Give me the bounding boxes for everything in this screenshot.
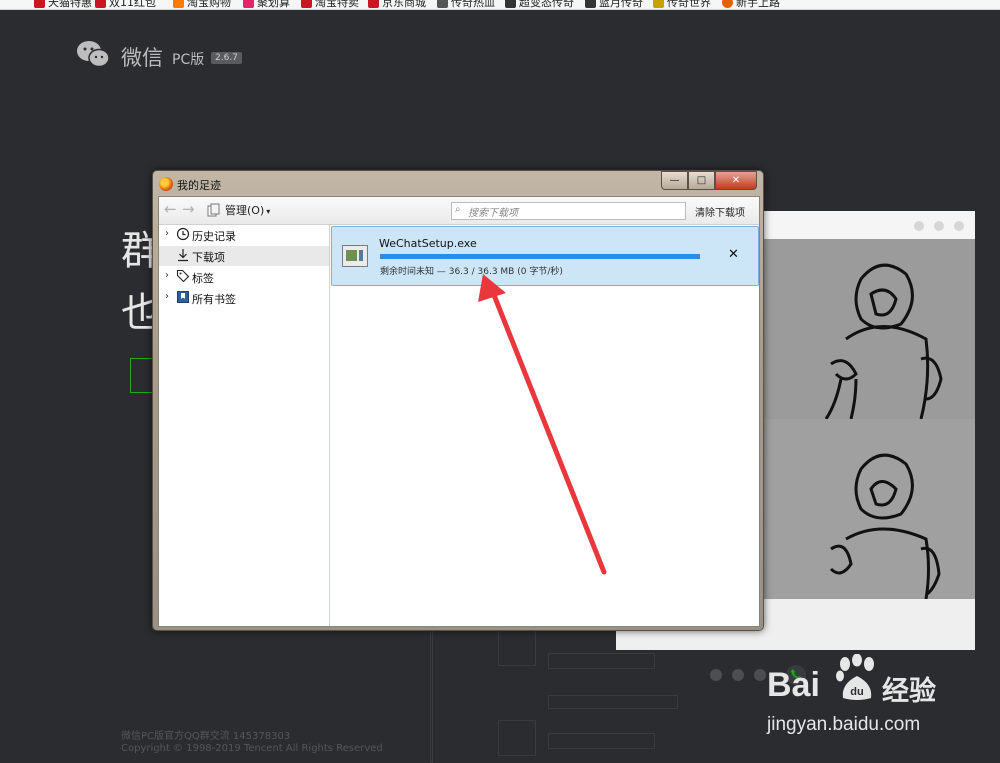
bookmark-icon: [437, 0, 448, 8]
sidebar-item-label: 下载项: [192, 251, 225, 264]
window-dot-icon: [914, 221, 924, 231]
dialog-titlebar[interactable]: 我的足迹 — □ ✕: [153, 171, 763, 195]
close-button[interactable]: ✕: [715, 171, 757, 190]
watermark-brand: Bai: [767, 666, 820, 704]
bookmark-icon: [243, 0, 254, 8]
bookmarks-bar: 天猫特惠 双11红包 淘宝购物 聚划算 淘宝特卖 京东商城 传奇热血 超变态传奇…: [0, 0, 1000, 10]
bookmark-icon: [173, 0, 184, 8]
dialog-title: 我的足迹: [177, 179, 221, 192]
bookmark-item[interactable]: 传奇热血: [437, 0, 495, 9]
back-arrow-icon[interactable]: ←: [164, 200, 177, 218]
maximize-button[interactable]: □: [688, 171, 715, 190]
library-sidebar: › 历史记录 下载项 › 标签 › 所有书签: [159, 225, 330, 626]
organize-icon: [207, 203, 220, 217]
sidebar-item-label: 所有书签: [192, 293, 236, 306]
download-icon: [178, 249, 188, 262]
bookmark-item[interactable]: 传奇世界: [653, 0, 711, 9]
bookmark-item[interactable]: 超变态传奇: [505, 0, 574, 9]
decor-box: [548, 733, 655, 749]
bookmark-icon: [95, 0, 106, 8]
decor-box: [548, 653, 655, 669]
dropdown-arrow-icon: ▾: [266, 207, 271, 216]
exe-file-icon: [342, 245, 368, 267]
search-downloads-input[interactable]: ⌕ 搜索下载项: [451, 202, 686, 220]
download-item[interactable]: WeChatSetup.exe 剩余时间未知 — 36.3 / 36.3 MB …: [331, 226, 759, 286]
sidebar-item-label: 标签: [192, 272, 214, 285]
download-status: 剩余时间未知 — 36.3 / 36.3 MB (0 字节/秒): [380, 267, 563, 277]
site-edition: PC版: [172, 52, 205, 68]
library-toolbar: ← → 管理(O) ▾ ⌕ 搜索下载项 清除下载项: [159, 197, 759, 225]
carousel-dot[interactable]: [754, 669, 766, 681]
clear-downloads-button[interactable]: 清除下载项: [695, 204, 745, 219]
bookmark-icon: [585, 0, 596, 8]
expand-arrow-icon[interactable]: ›: [165, 291, 169, 302]
bookmark-item[interactable]: 蓝月传奇: [585, 0, 643, 9]
download-filename: WeChatSetup.exe: [379, 237, 477, 250]
forward-arrow-icon[interactable]: →: [182, 200, 195, 218]
bookmark-icon: [301, 0, 312, 8]
sidebar-item-history[interactable]: › 历史记录: [159, 225, 329, 245]
bookmark-item[interactable]: 京东商城: [368, 0, 426, 9]
downloads-list: WeChatSetup.exe 剩余时间未知 — 36.3 / 36.3 MB …: [330, 225, 759, 626]
site-title: 微信: [121, 46, 163, 70]
footer-qq-group: 微信PC版官方QQ群交流 145378303: [121, 731, 291, 742]
svg-text:du: du: [850, 686, 863, 698]
sidebar-item-all-bookmarks[interactable]: › 所有书签: [159, 288, 329, 308]
bookmark-icon: [653, 0, 664, 8]
sidebar-item-tags[interactable]: › 标签: [159, 267, 329, 287]
dialog-body: ← → 管理(O) ▾ ⌕ 搜索下载项 清除下载项 › 历史记录 下载项 › 标…: [158, 196, 760, 627]
bookmark-icon: [505, 0, 516, 8]
decor-box: [498, 630, 536, 666]
sidebar-item-label: 历史记录: [192, 230, 236, 243]
decor-box: [548, 695, 678, 709]
expand-arrow-icon[interactable]: ›: [165, 270, 169, 281]
bookmark-item[interactable]: 双11红包: [95, 0, 156, 9]
bookmarks-folder-icon: [177, 291, 189, 303]
bookmark-item[interactable]: 新手上路: [722, 0, 780, 9]
sidebar-item-downloads[interactable]: 下载项: [159, 246, 329, 266]
footer-copyright: Copyright © 1998-2019 Tencent All Rights…: [121, 743, 383, 754]
download-progress-bar: [380, 254, 700, 259]
clock-icon: [176, 227, 190, 241]
carousel-dot[interactable]: [710, 669, 722, 681]
manage-menu-button[interactable]: 管理(O) ▾: [225, 202, 270, 218]
window-dot-icon: [954, 221, 964, 231]
window-dot-icon: [934, 221, 944, 231]
watermark-url: jingyan.baidu.com: [767, 714, 921, 735]
decor-box: [498, 720, 536, 756]
window-controls: — □ ✕: [661, 171, 757, 190]
minimize-button[interactable]: —: [661, 171, 688, 190]
wechat-logo-icon: [77, 41, 110, 68]
bookmark-icon: [722, 0, 733, 8]
watermark-brand-cn: 经验: [882, 676, 936, 707]
search-placeholder: 搜索下载项: [468, 208, 518, 219]
version-badge: 2.6.7: [211, 52, 242, 64]
bookmark-item[interactable]: 淘宝购物: [173, 0, 231, 9]
library-dialog: 我的足迹 — □ ✕ ← → 管理(O) ▾ ⌕ 搜索下载项 清除下载项 › 历…: [152, 170, 764, 631]
baidu-paw-icon: du: [836, 654, 874, 700]
carousel-dot[interactable]: [732, 669, 744, 681]
bookmark-icon: [34, 0, 45, 8]
baidu-jingyan-watermark: Bai du 经验 jingyan.baidu.com: [767, 654, 987, 744]
firefox-icon: [159, 177, 173, 191]
download-progress-fill: [380, 254, 700, 259]
bookmark-item[interactable]: 淘宝特卖: [301, 0, 359, 9]
bookmark-icon: [368, 0, 379, 8]
search-icon: ⌕: [455, 204, 461, 215]
bookmark-item[interactable]: 天猫特惠: [34, 0, 92, 9]
expand-arrow-icon[interactable]: ›: [165, 228, 169, 239]
bookmark-item[interactable]: 聚划算: [243, 0, 290, 9]
cancel-download-button[interactable]: ✕: [728, 247, 739, 262]
tag-icon: [176, 269, 190, 283]
decor-line: [430, 630, 433, 763]
